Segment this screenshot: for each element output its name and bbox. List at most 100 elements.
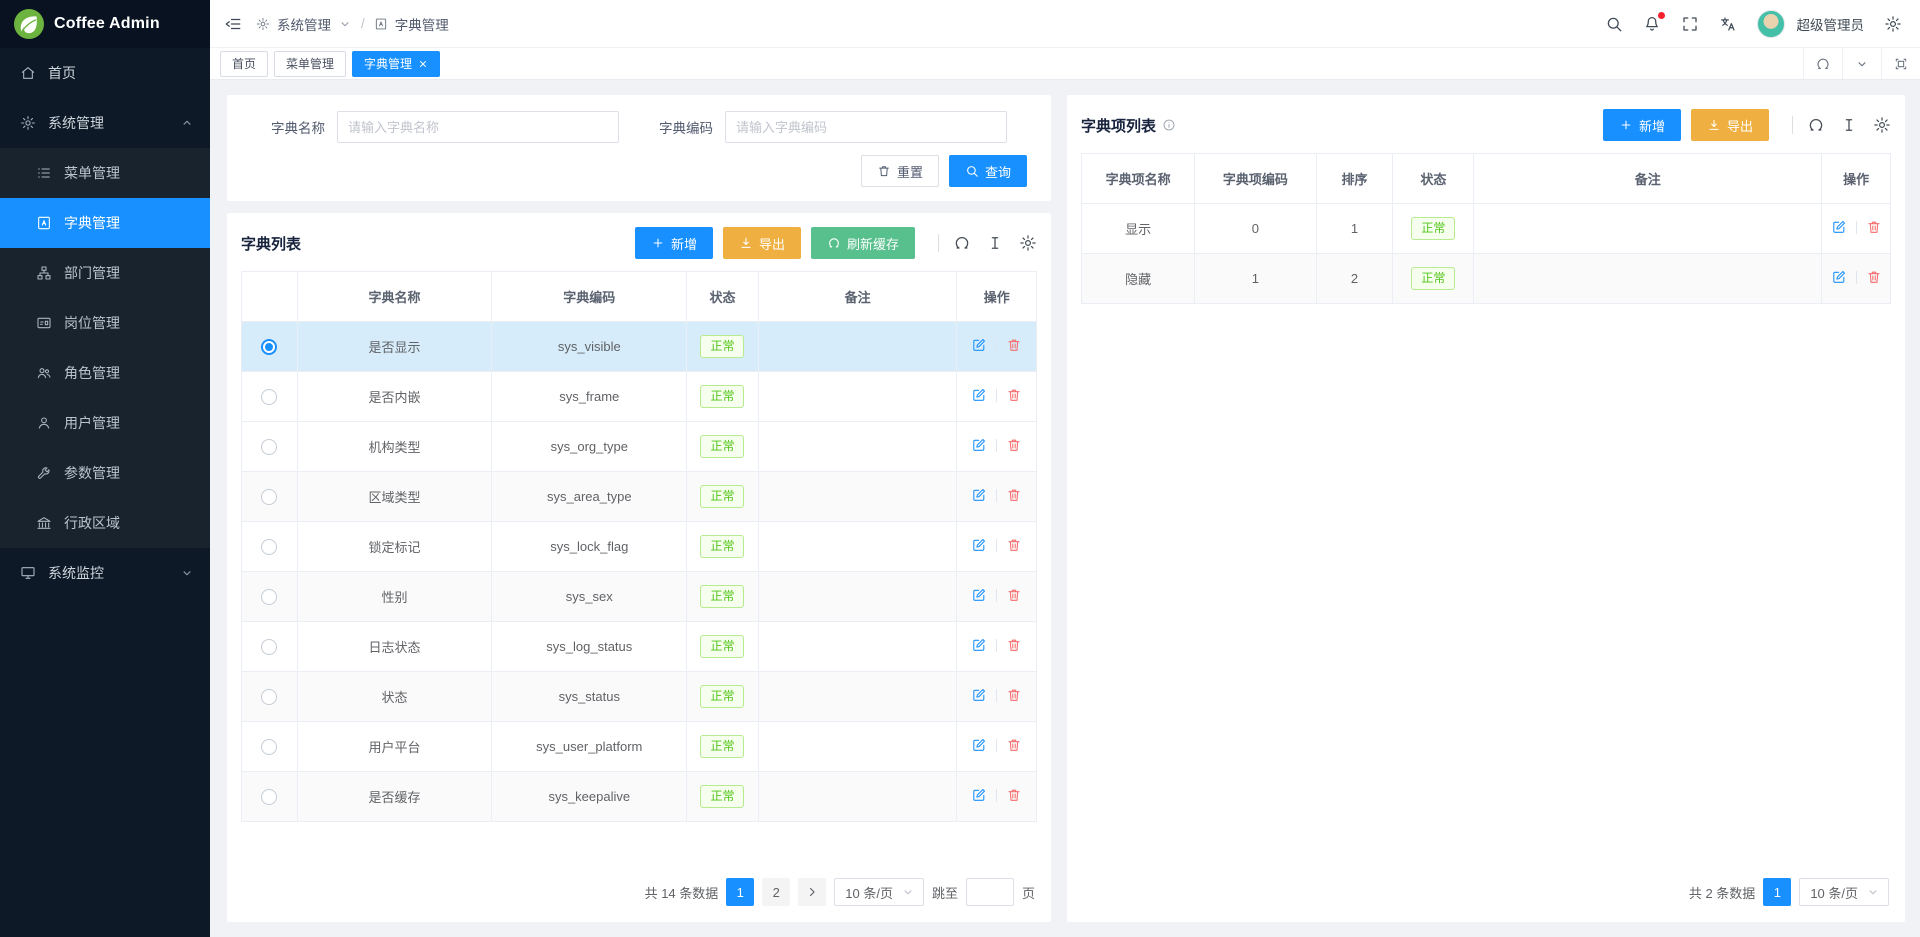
refresh-icon[interactable] xyxy=(1807,116,1825,134)
maximize-icon[interactable] xyxy=(1881,48,1920,79)
edit-icon[interactable] xyxy=(971,637,987,653)
breadcrumb-current[interactable]: 字典管理 xyxy=(395,14,449,34)
edit-icon[interactable] xyxy=(1831,269,1847,285)
info-icon[interactable] xyxy=(1162,118,1176,132)
edit-icon[interactable] xyxy=(971,687,987,703)
trash-icon[interactable] xyxy=(1006,537,1022,553)
page-size-select[interactable]: 10 条/页 xyxy=(834,878,924,906)
close-icon[interactable] xyxy=(418,59,428,69)
trash-icon[interactable] xyxy=(1006,787,1022,803)
row-radio[interactable] xyxy=(261,489,277,505)
trash-icon[interactable] xyxy=(1006,737,1022,753)
trash-icon[interactable] xyxy=(1006,387,1022,403)
table-row[interactable]: 是否缓存 sys_keepalive 正常 xyxy=(242,772,1037,822)
chevron-down-icon[interactable] xyxy=(1842,48,1881,79)
sidebar-item-dept-mgmt[interactable]: 部门管理 xyxy=(0,248,210,298)
dict-code-input[interactable] xyxy=(725,111,1007,143)
tab-home[interactable]: 首页 xyxy=(220,51,268,77)
search-icon[interactable] xyxy=(1605,15,1623,33)
query-button[interactable]: 查询 xyxy=(949,155,1027,187)
table-row[interactable]: 锁定标记 sys_lock_flag 正常 xyxy=(242,522,1037,572)
table-row[interactable]: 性别 sys_sex 正常 xyxy=(242,572,1037,622)
table-row[interactable]: 日志状态 sys_log_status 正常 xyxy=(242,622,1037,672)
edit-icon[interactable] xyxy=(971,737,987,753)
add-dict-item-button[interactable]: 新增 xyxy=(1603,109,1681,141)
sidebar-item-param-mgmt[interactable]: 参数管理 xyxy=(0,448,210,498)
jump-page-input[interactable] xyxy=(966,878,1014,906)
table-row[interactable]: 状态 sys_status 正常 xyxy=(242,672,1037,722)
export-dict-button[interactable]: 导出 xyxy=(723,227,801,259)
gear-icon[interactable] xyxy=(1884,15,1902,33)
next-page-button[interactable] xyxy=(798,878,826,906)
reset-button[interactable]: 重置 xyxy=(861,155,939,187)
edit-icon[interactable] xyxy=(971,387,987,403)
edit-icon[interactable] xyxy=(971,587,987,603)
refresh-icon[interactable] xyxy=(953,234,971,252)
trash-icon[interactable] xyxy=(1006,687,1022,703)
trash-icon[interactable] xyxy=(1866,219,1882,235)
edit-icon[interactable] xyxy=(971,337,987,353)
text-height-icon[interactable] xyxy=(1840,116,1858,134)
tab-dict-mgmt[interactable]: 字典管理 xyxy=(352,51,440,77)
table-row[interactable]: 隐藏 1 2 正常 xyxy=(1082,254,1891,304)
fold-sidebar-icon[interactable] xyxy=(224,15,242,33)
bell-icon[interactable] xyxy=(1643,15,1661,33)
trash-icon[interactable] xyxy=(1006,587,1022,603)
page-button-2[interactable]: 2 xyxy=(762,878,790,906)
gear-icon[interactable] xyxy=(1873,116,1891,134)
table-row[interactable]: 是否显示 sys_visible 正常 xyxy=(242,322,1037,372)
refresh-icon[interactable] xyxy=(1803,48,1842,79)
edit-icon[interactable] xyxy=(971,537,987,553)
cell-dict-name: 锁定标记 xyxy=(297,522,492,572)
translate-icon[interactable] xyxy=(1719,15,1737,33)
edit-icon[interactable] xyxy=(1831,219,1847,235)
row-radio[interactable] xyxy=(261,689,277,705)
edit-icon[interactable] xyxy=(971,787,987,803)
sidebar-item-system[interactable]: 系统管理 xyxy=(0,98,210,148)
page-button-1[interactable]: 1 xyxy=(1763,878,1791,906)
avatar[interactable] xyxy=(1757,10,1785,38)
fullscreen-icon[interactable] xyxy=(1681,15,1699,33)
page-size-select[interactable]: 10 条/页 xyxy=(1799,878,1889,906)
row-radio[interactable] xyxy=(261,439,277,455)
table-row[interactable]: 是否内嵌 sys_frame 正常 xyxy=(242,372,1037,422)
tab-menu-mgmt[interactable]: 菜单管理 xyxy=(274,51,346,77)
sidebar-item-dict-mgmt[interactable]: 字典管理 xyxy=(0,198,210,248)
refresh-cache-button[interactable]: 刷新缓存 xyxy=(811,227,915,259)
table-row[interactable]: 区域类型 sys_area_type 正常 xyxy=(242,472,1037,522)
sidebar-item-admin-region[interactable]: 行政区域 xyxy=(0,498,210,548)
row-radio[interactable] xyxy=(261,639,277,655)
chevron-down-icon[interactable] xyxy=(338,17,352,31)
trash-icon[interactable] xyxy=(1006,337,1022,353)
breadcrumb-parent[interactable]: 系统管理 xyxy=(277,14,331,34)
sidebar-item-post-mgmt[interactable]: 岗位管理 xyxy=(0,298,210,348)
export-dict-item-button[interactable]: 导出 xyxy=(1691,109,1769,141)
table-row[interactable]: 显示 0 1 正常 xyxy=(1082,204,1891,254)
trash-icon[interactable] xyxy=(1006,487,1022,503)
edit-icon[interactable] xyxy=(971,487,987,503)
table-row[interactable]: 用户平台 sys_user_platform 正常 xyxy=(242,722,1037,772)
gear-icon[interactable] xyxy=(1019,234,1037,252)
trash-icon[interactable] xyxy=(1866,269,1882,285)
add-dict-button[interactable]: 新增 xyxy=(635,227,713,259)
sidebar-item-menu-mgmt[interactable]: 菜单管理 xyxy=(0,148,210,198)
sidebar-item-monitor[interactable]: 系统监控 xyxy=(0,548,210,598)
text-height-icon[interactable] xyxy=(986,234,1004,252)
table-row[interactable]: 机构类型 sys_org_type 正常 xyxy=(242,422,1037,472)
sidebar-item-user-mgmt[interactable]: 用户管理 xyxy=(0,398,210,448)
page-button-1[interactable]: 1 xyxy=(726,878,754,906)
row-radio[interactable] xyxy=(261,339,277,355)
trash-icon[interactable] xyxy=(1006,637,1022,653)
trash-icon[interactable] xyxy=(1006,437,1022,453)
edit-icon[interactable] xyxy=(971,437,987,453)
row-radio[interactable] xyxy=(261,539,277,555)
row-radio[interactable] xyxy=(261,789,277,805)
dict-name-input[interactable] xyxy=(337,111,619,143)
row-radio[interactable] xyxy=(261,739,277,755)
username[interactable]: 超级管理员 xyxy=(1797,14,1865,34)
dict-column: 字典名称 字典编码 重置 xyxy=(227,95,1051,922)
sidebar-item-role-mgmt[interactable]: 角色管理 xyxy=(0,348,210,398)
sidebar-item-home[interactable]: 首页 xyxy=(0,48,210,98)
row-radio[interactable] xyxy=(261,389,277,405)
row-radio[interactable] xyxy=(261,589,277,605)
